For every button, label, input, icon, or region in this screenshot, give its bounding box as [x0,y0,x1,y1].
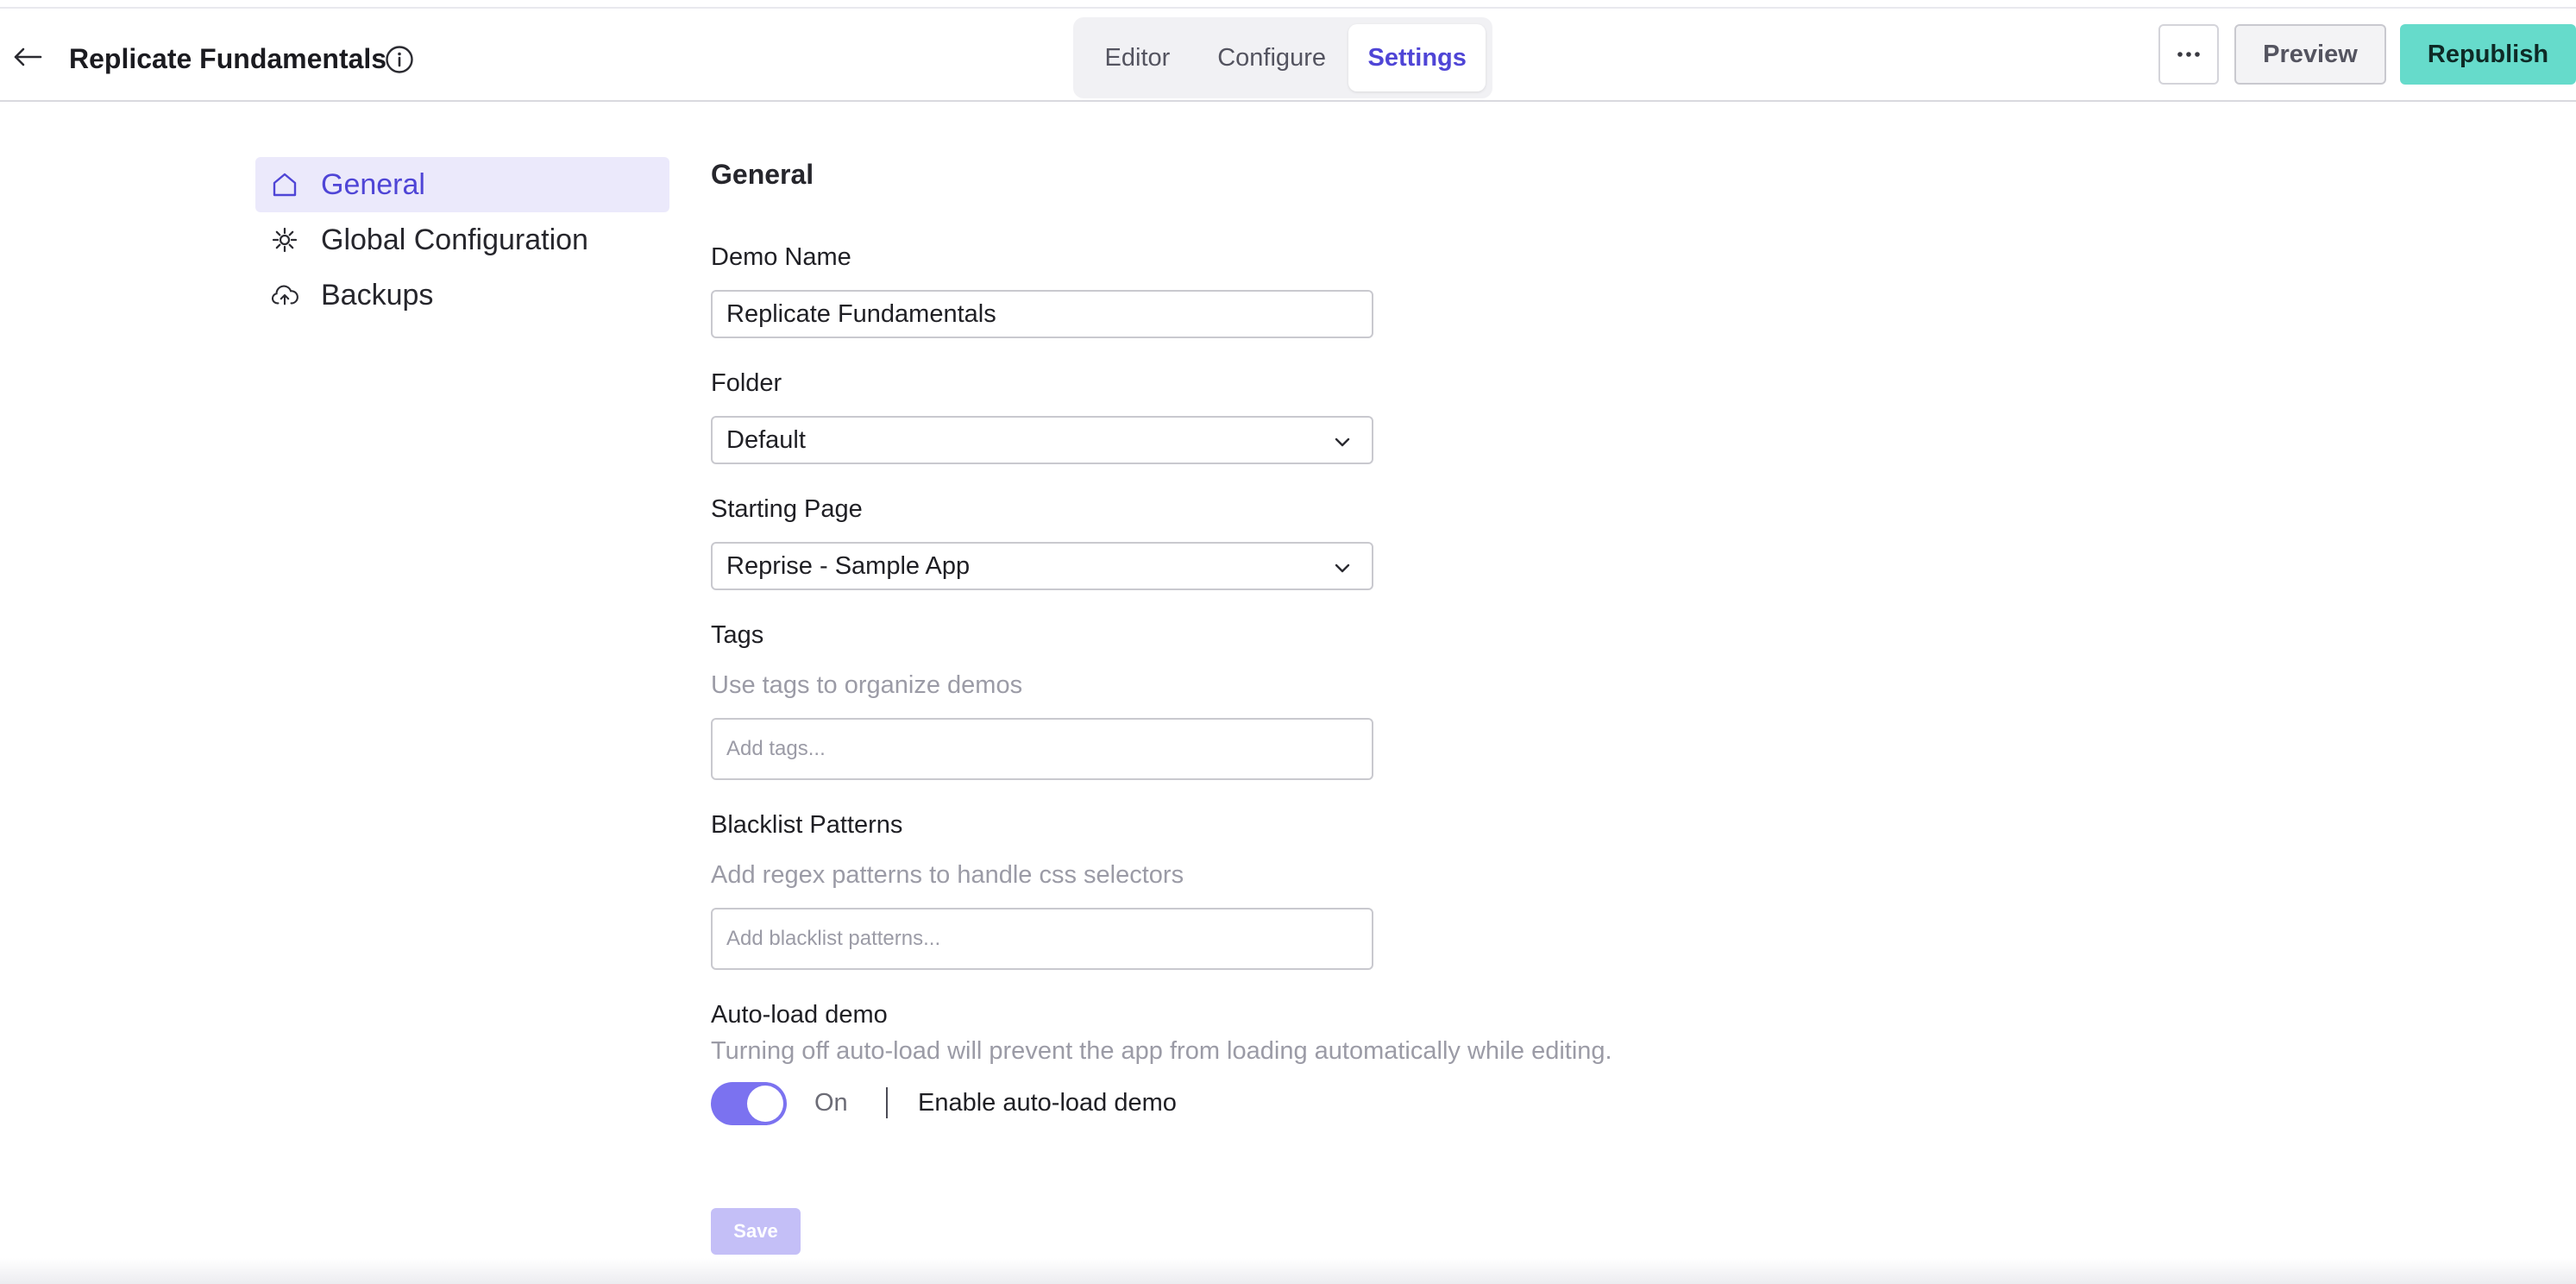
folder-select-value: Default [726,425,806,454]
divider [886,1087,888,1118]
autoload-toggle[interactable] [711,1082,787,1125]
save-button[interactable]: Save [711,1208,801,1255]
sidebar-item-general[interactable]: General [255,157,669,212]
starting-page-label: Starting Page [711,495,863,523]
more-options-button[interactable] [2158,24,2219,85]
cloud-upload-icon [271,281,298,309]
mode-tabs: Editor Configure Settings [1073,17,1492,98]
demo-name-label: Demo Name [711,243,851,271]
tab-editor[interactable]: Editor [1080,24,1195,91]
folder-label: Folder [711,369,782,397]
app-header: Replicate Fundamentals Editor Configure … [0,9,2576,102]
info-icon[interactable] [385,45,414,74]
folder-select[interactable]: Default [711,416,1373,464]
toggle-knob [747,1086,783,1122]
republish-button[interactable]: Republish [2400,24,2576,85]
section-title: General [711,159,814,190]
sidebar-item-label: General [321,168,425,201]
toggle-state-label: On [814,1089,848,1117]
tab-settings[interactable]: Settings [1348,24,1486,91]
blacklist-label: Blacklist Patterns [711,811,903,839]
demo-name-input[interactable]: Replicate Fundamentals [711,290,1373,338]
chevron-down-icon [1335,437,1350,447]
page-title: Replicate Fundamentals [69,43,387,74]
starting-page-select[interactable]: Reprise - Sample App [711,542,1373,590]
toggle-description: Enable auto-load demo [918,1089,1177,1117]
blacklist-help-text: Add regex patterns to handle css selecto… [711,861,1184,889]
sidebar-item-backups[interactable]: Backups [255,268,669,323]
bottom-shadow [0,1258,2576,1284]
tags-label: Tags [711,621,764,649]
back-arrow-icon[interactable] [10,40,45,74]
ellipsis-icon [2177,52,2200,57]
sidebar-item-label: Global Configuration [321,223,588,256]
autoload-label: Auto-load demo [711,1001,888,1029]
sidebar-item-label: Backups [321,279,434,312]
settings-sidebar: General Global Configuration Backups [255,157,669,323]
autoload-help-text: Turning off auto-load will prevent the a… [711,1037,1612,1065]
sidebar-item-global-configuration[interactable]: Global Configuration [255,212,669,268]
tags-help-text: Use tags to organize demos [711,671,1023,699]
gear-icon [271,226,298,254]
chevron-down-icon [1335,563,1350,573]
tab-configure[interactable]: Configure [1195,24,1348,91]
tags-input[interactable]: Add tags... [711,718,1373,780]
home-icon [271,171,298,198]
preview-button[interactable]: Preview [2234,24,2386,85]
starting-page-value: Reprise - Sample App [726,551,971,580]
blacklist-input[interactable]: Add blacklist patterns... [711,908,1373,970]
